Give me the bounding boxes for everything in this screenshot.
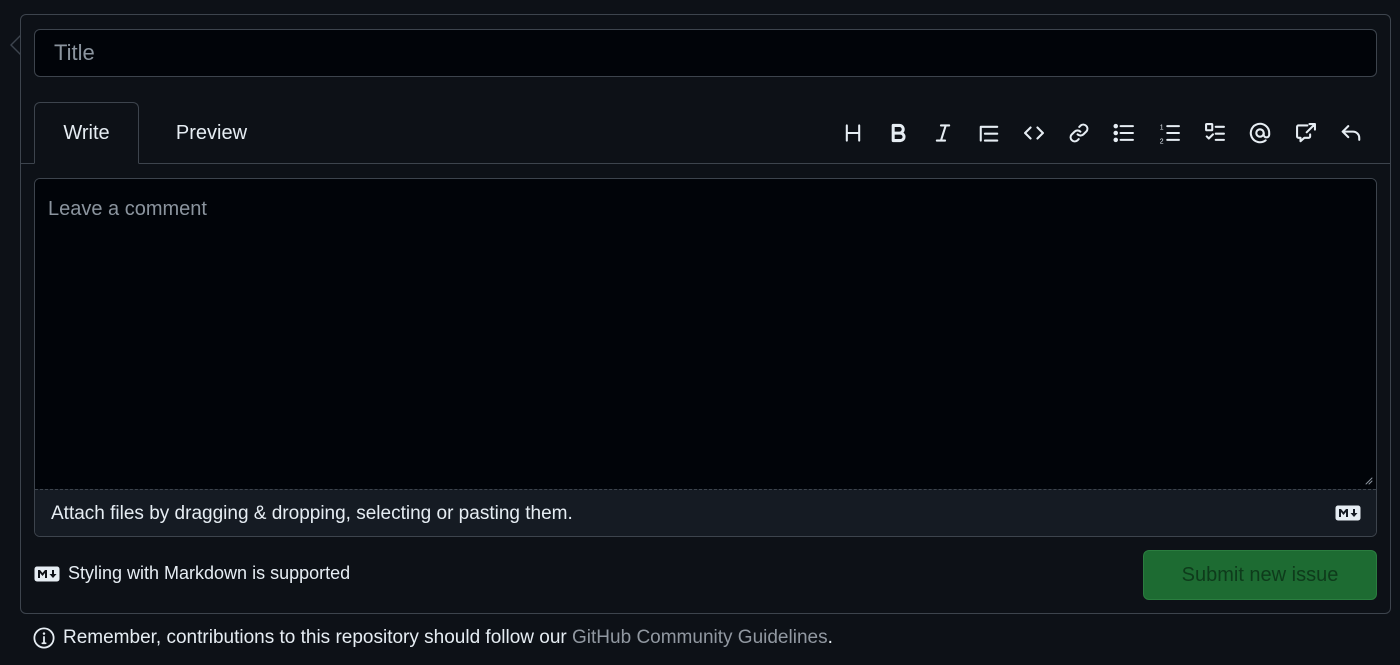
info-icon <box>33 627 55 649</box>
task-list-icon[interactable] <box>1192 116 1237 150</box>
code-icon[interactable] <box>1011 116 1056 150</box>
svg-text:2: 2 <box>1159 138 1163 144</box>
ordered-list-icon[interactable]: 12 <box>1147 116 1192 150</box>
markdown-toolbar: 12 <box>830 116 1374 150</box>
comment-caret <box>10 35 21 55</box>
mention-icon[interactable] <box>1238 116 1283 150</box>
file-attachment-dropzone[interactable]: Attach files by dragging & dropping, sel… <box>35 489 1376 536</box>
markdown-note-text: Styling with Markdown is supported <box>68 563 351 583</box>
unordered-list-icon[interactable] <box>1102 116 1147 150</box>
guidelines-suffix: . <box>827 627 833 648</box>
svg-text:1: 1 <box>1159 125 1163 132</box>
markdown-icon <box>1335 505 1361 521</box>
heading-icon[interactable] <box>830 116 875 150</box>
comment-editor: Attach files by dragging & dropping, sel… <box>34 178 1377 537</box>
submit-new-issue-button[interactable]: Submit new issue <box>1143 550 1377 600</box>
reply-icon[interactable] <box>1328 116 1373 150</box>
community-guidelines-link[interactable]: GitHub Community Guidelines <box>572 627 828 648</box>
markdown-icon <box>34 566 60 581</box>
contribution-guidelines-note: Remember, contributions to this reposito… <box>33 627 833 649</box>
title-input[interactable] <box>34 29 1377 77</box>
markdown-support-note: Styling with Markdown is supported <box>34 563 350 584</box>
tab-preview[interactable]: Preview <box>160 102 263 164</box>
guidelines-prefix: Remember, contributions to this reposito… <box>63 627 573 648</box>
tab-write[interactable]: Write <box>34 102 139 164</box>
quote-icon[interactable] <box>966 116 1011 150</box>
comment-textarea[interactable] <box>35 179 1376 489</box>
attach-text: Attach files by dragging & dropping, sel… <box>51 502 573 524</box>
link-icon[interactable] <box>1056 116 1101 150</box>
cross-reference-icon[interactable] <box>1283 116 1328 150</box>
resize-handle-icon[interactable] <box>1363 475 1373 485</box>
bold-icon[interactable] <box>875 116 920 150</box>
italic-icon[interactable] <box>921 116 966 150</box>
